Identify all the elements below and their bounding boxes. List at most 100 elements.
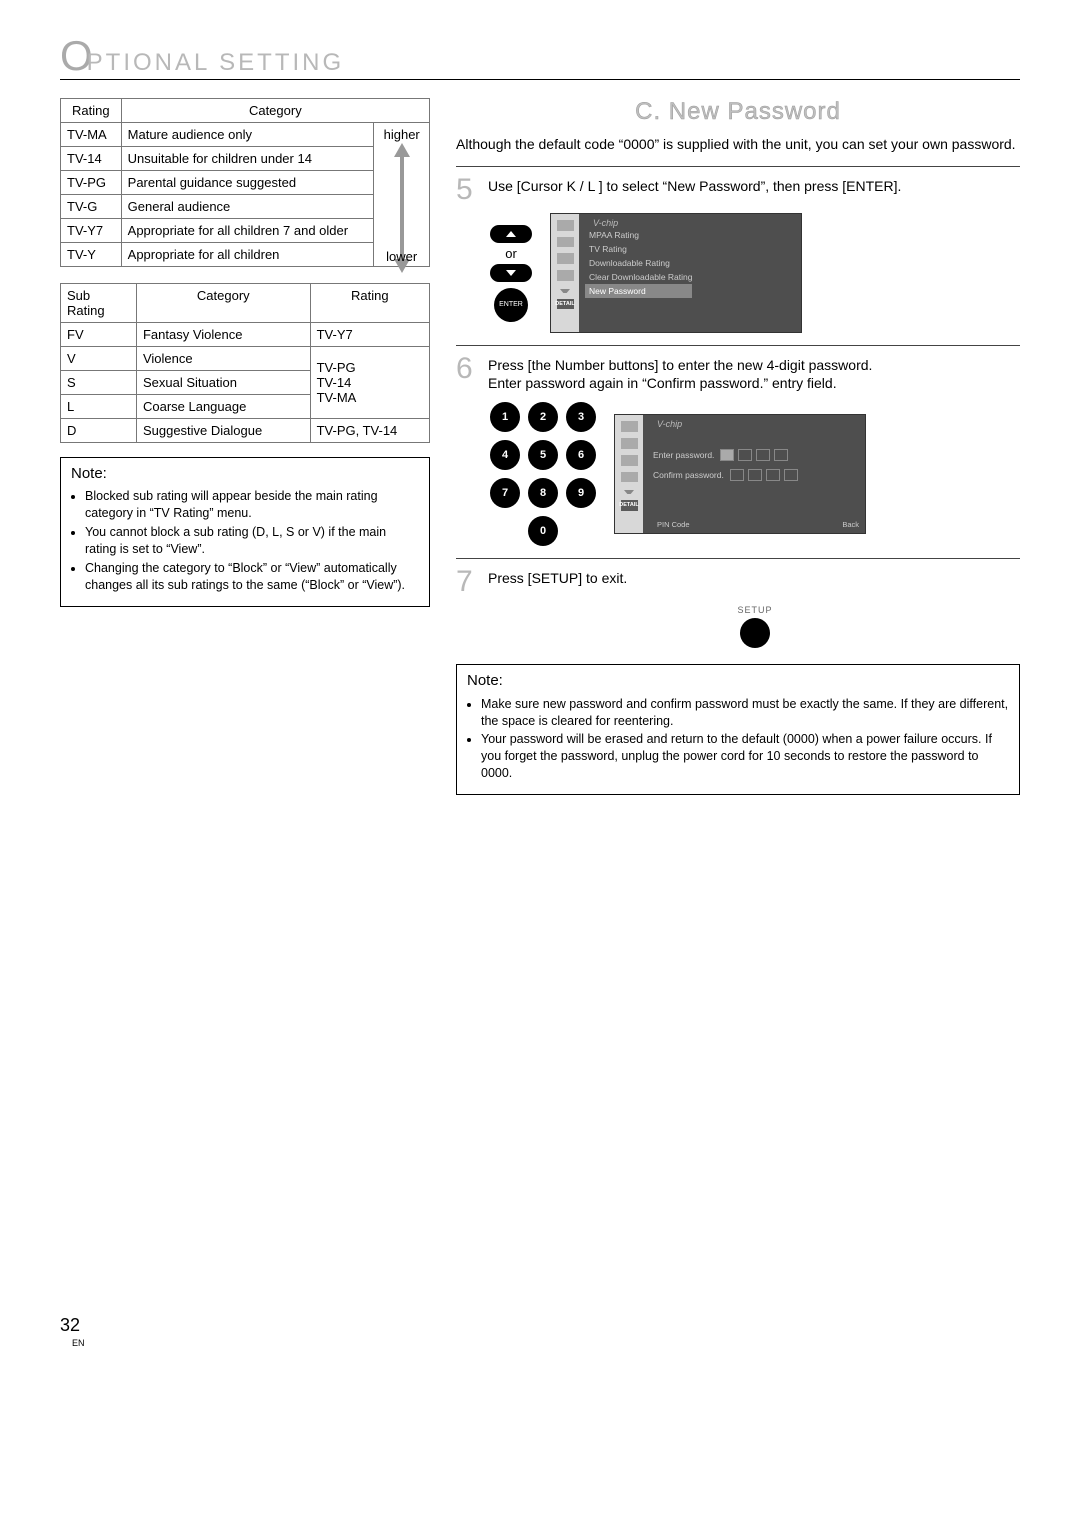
note-box-left: Note: Blocked sub rating will appear bes… — [60, 457, 430, 607]
step-text: Use [Cursor K / L ] to select “New Passw… — [488, 177, 1020, 203]
osd-menu-item: MPAA Rating — [589, 228, 692, 242]
pin-box — [774, 449, 788, 461]
chevron-down-icon — [624, 488, 634, 494]
key-2[interactable]: 2 — [528, 402, 558, 432]
step-6: 6 Press [the Number buttons] to enter th… — [456, 356, 1020, 392]
sub-header: Sub Rating — [61, 284, 137, 323]
osd-tab-icon — [621, 517, 638, 528]
note-title: Note: — [71, 464, 419, 484]
sub-rating-cell: TV-PG, TV-14 — [310, 419, 429, 443]
password-entry-boxes — [720, 449, 788, 461]
step-7: 7 Press [SETUP] to exit. — [456, 569, 1020, 595]
note-item: Make sure new password and confirm passw… — [481, 696, 1009, 730]
divider — [456, 558, 1020, 559]
heading-rest: PTIONAL SETTING — [87, 49, 344, 77]
setup-label: SETUP — [737, 605, 772, 615]
step-text: Press [the Number buttons] to enter the … — [488, 356, 1020, 374]
lower-label: lower — [374, 249, 429, 264]
osd-title: V-chip — [593, 218, 618, 228]
pin-box — [748, 469, 762, 481]
password-confirm-boxes — [730, 469, 798, 481]
key-4[interactable]: 4 — [490, 440, 520, 470]
subsection-title: C. New Password — [456, 98, 1020, 126]
detail-tab-icon: DETAIL — [621, 500, 638, 511]
category-cell: Appropriate for all children — [121, 243, 374, 267]
rating-header: Rating — [61, 99, 122, 123]
sub-cat-cell: Fantasy Violence — [136, 323, 310, 347]
rating-table: Rating Category TV-MA Mature audience on… — [60, 98, 430, 267]
rating-cell: TV-Y — [61, 243, 122, 267]
pin-box — [730, 469, 744, 481]
rating-block-cell: TV-PG TV-14 TV-MA — [310, 347, 429, 419]
table-row: FVFantasy ViolenceTV-Y7 — [61, 323, 430, 347]
rating-cell: TV-MA — [61, 123, 122, 147]
step-text: Press [SETUP] to exit. — [488, 569, 1020, 595]
page-number: 32 — [60, 1315, 1020, 1336]
osd-tab-icon — [621, 455, 638, 466]
table-row: DSuggestive DialogueTV-PG, TV-14 — [61, 419, 430, 443]
rating-cell: TV-PG — [61, 171, 122, 195]
setup-button-group: SETUP — [490, 605, 1020, 648]
key-1[interactable]: 1 — [490, 402, 520, 432]
note-box-right: Note: Make sure new password and confirm… — [456, 664, 1020, 795]
category-cell: Appropriate for all children 7 and older — [121, 219, 374, 243]
osd-tab-icon — [557, 237, 574, 248]
cursor-down-button[interactable] — [490, 264, 532, 282]
sub-category-header: Category — [136, 284, 310, 323]
sub-cat-cell: Coarse Language — [136, 395, 310, 419]
severity-scale: higher lower — [374, 123, 430, 267]
pin-code-hint: PIN Code — [657, 520, 690, 529]
key-0[interactable]: 0 — [528, 516, 558, 546]
osd-menu-item-selected: New Password — [585, 284, 692, 298]
key-7[interactable]: 7 — [490, 478, 520, 508]
intro-text: Although the default code “0000” is supp… — [456, 136, 1020, 152]
category-header: Category — [121, 99, 429, 123]
rating-cell: TV-G — [61, 195, 122, 219]
sub-cell: S — [61, 371, 137, 395]
step-5: 5 Use [Cursor K / L ] to select “New Pas… — [456, 177, 1020, 203]
enter-button[interactable]: ENTER — [494, 288, 528, 322]
cursor-nav: or ENTER — [490, 225, 532, 322]
sub-rating-header: Rating — [310, 284, 429, 323]
sub-cat-cell: Violence — [136, 347, 310, 371]
note-item: Blocked sub rating will appear beside th… — [85, 488, 419, 522]
osd-menu-item: Downloadable Rating — [589, 256, 692, 270]
cursor-up-button[interactable] — [490, 225, 532, 243]
table-row: V Violence TV-PG TV-14 TV-MA — [61, 347, 430, 371]
key-6[interactable]: 6 — [566, 440, 596, 470]
step-number: 5 — [456, 177, 478, 203]
category-cell: Mature audience only — [121, 123, 374, 147]
rating-block-line: TV-PG — [317, 360, 423, 375]
note-item: You cannot block a sub rating (D, L, S o… — [85, 524, 419, 558]
step-text-2: Enter password again in “Confirm passwor… — [488, 374, 1020, 392]
confirm-password-label: Confirm password. — [653, 470, 724, 480]
key-5[interactable]: 5 — [528, 440, 558, 470]
key-9[interactable]: 9 — [566, 478, 596, 508]
osd-tab-icon — [557, 270, 574, 281]
divider — [456, 345, 1020, 346]
key-3[interactable]: 3 — [566, 402, 596, 432]
rating-cell: TV-14 — [61, 147, 122, 171]
rating-block-line: TV-MA — [317, 390, 423, 405]
sub-rating-table: Sub Rating Category Rating FVFantasy Vio… — [60, 283, 430, 443]
back-hint: Back — [842, 520, 859, 529]
osd-menu-item: Clear Downloadable Rating — [589, 270, 692, 284]
detail-tab-icon: DETAIL — [557, 299, 574, 310]
osd-tab-icon — [621, 438, 638, 449]
osd-icon-strip: DETAIL — [615, 415, 643, 533]
osd-icon-strip: DETAIL — [551, 214, 579, 332]
rating-block-line: TV-14 — [317, 375, 423, 390]
sub-cell: V — [61, 347, 137, 371]
sub-cat-cell: Suggestive Dialogue — [136, 419, 310, 443]
pin-box — [720, 449, 734, 461]
osd-tab-icon — [557, 220, 574, 231]
pin-box — [738, 449, 752, 461]
language-label: EN — [72, 1338, 1020, 1348]
setup-button[interactable] — [740, 618, 770, 648]
note-item: Changing the category to “Block” or “Vie… — [85, 560, 419, 594]
osd-tab-icon — [621, 472, 638, 483]
key-8[interactable]: 8 — [528, 478, 558, 508]
sub-cell: D — [61, 419, 137, 443]
pin-box — [766, 469, 780, 481]
higher-label: higher — [380, 127, 423, 142]
